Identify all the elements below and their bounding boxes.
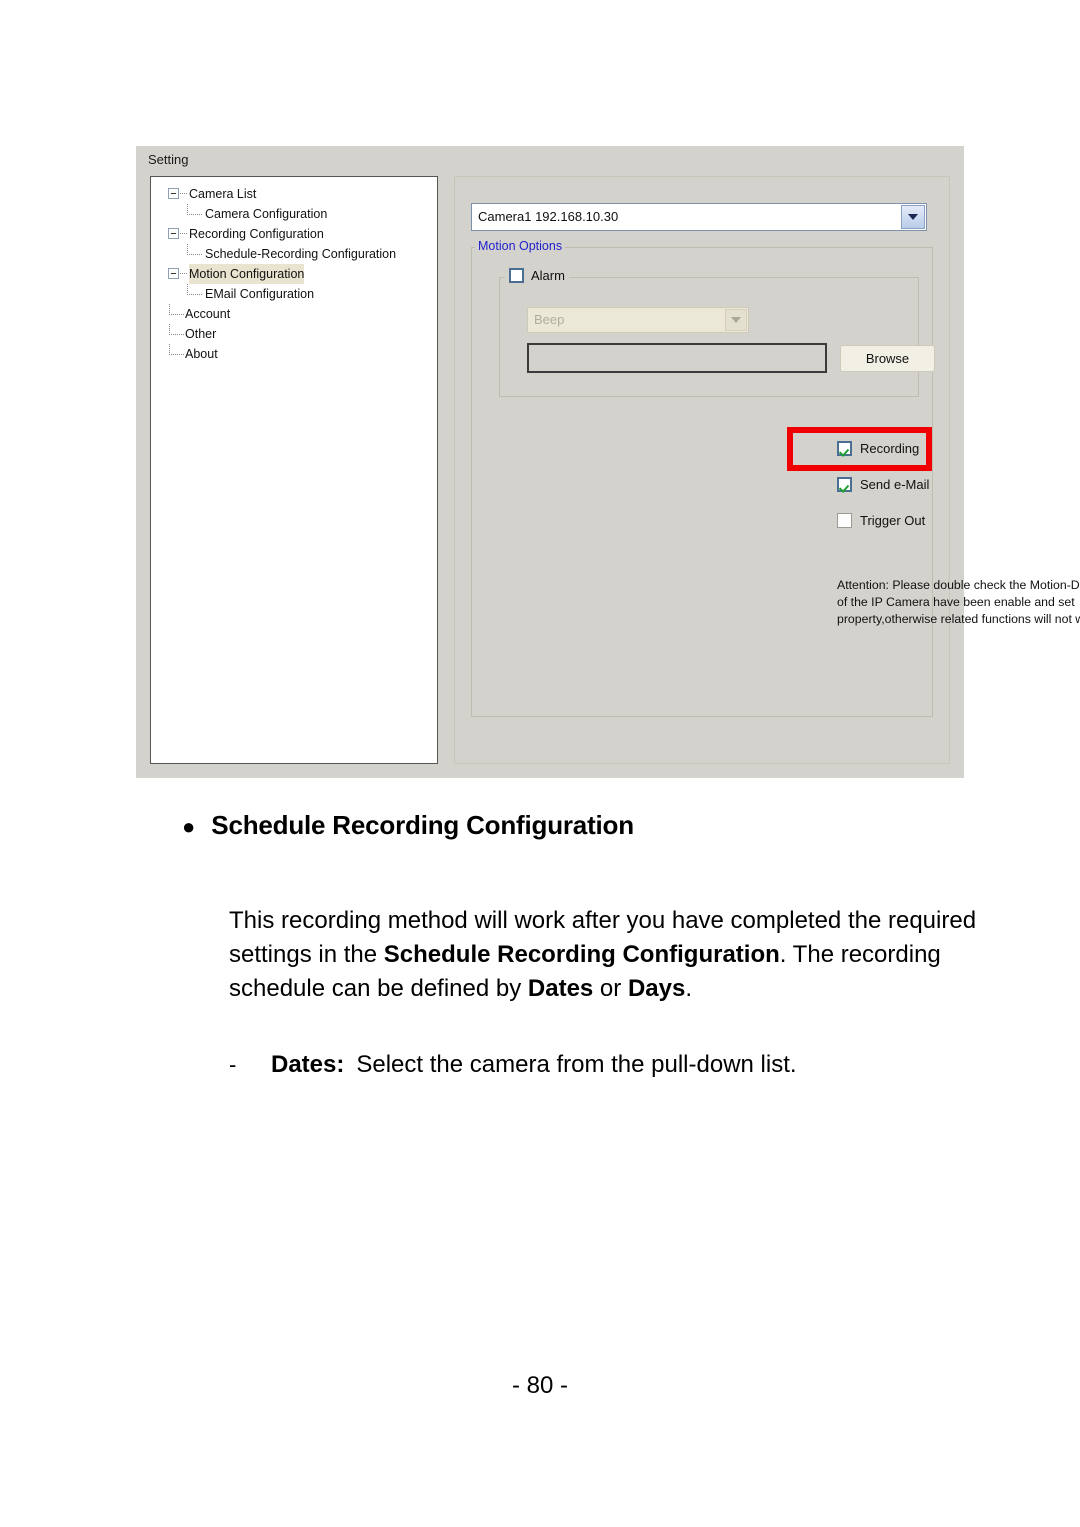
- tree-connector: [180, 233, 187, 235]
- alarm-checkbox-label: Alarm: [531, 268, 565, 283]
- body-paragraph: This recording method will work after yo…: [229, 904, 989, 1006]
- alarm-checkbox[interactable]: Alarm: [505, 268, 569, 283]
- send-email-checkbox-label: Send e-Mail: [860, 477, 930, 492]
- checkbox-checked-icon[interactable]: [837, 441, 852, 456]
- trigger-out-checkbox[interactable]: Trigger Out: [837, 513, 925, 528]
- tree-connector: [169, 304, 184, 315]
- camera-select-value: Camera1 192.168.10.30: [478, 209, 619, 224]
- dates-label: Dates:: [271, 1051, 345, 1078]
- collapse-minus-icon[interactable]: [168, 228, 179, 239]
- tree-item-label: Recording Configuration: [189, 227, 324, 241]
- checkbox-checked-icon[interactable]: [837, 477, 852, 492]
- paragraph-bold-3: Days: [627, 975, 686, 1002]
- motion-options-legend: Motion Options: [475, 239, 566, 253]
- paragraph-bold-1: Schedule Recording Configuration: [383, 941, 780, 968]
- settings-tree: Camera List Camera Configuration Recordi…: [151, 177, 437, 364]
- camera-select[interactable]: Camera1 192.168.10.30: [471, 203, 927, 231]
- recording-checkbox-label: Recording: [860, 441, 920, 456]
- paragraph-part-3: or: [593, 975, 628, 1002]
- tree-item-schedule-recording-configuration[interactable]: Schedule-Recording Configuration: [151, 244, 437, 264]
- alarm-sound-select[interactable]: Beep: [527, 307, 749, 333]
- tree-connector: [180, 273, 187, 275]
- motion-configuration-panel: Camera1 192.168.10.30 Motion Options Ala…: [454, 176, 1080, 764]
- tree-item-label: Account: [185, 307, 231, 321]
- tree-connector: [180, 193, 187, 195]
- collapse-minus-icon[interactable]: [168, 188, 179, 199]
- alarm-subgroup: [499, 277, 919, 397]
- chevron-down-icon[interactable]: [725, 309, 747, 331]
- tree-item-label: Motion Configuration: [189, 264, 305, 284]
- tree-item-label: EMail Configuration: [205, 287, 315, 301]
- tree-item-about[interactable]: About: [151, 344, 437, 364]
- list-dash: -: [229, 1052, 237, 1077]
- tree-item-account[interactable]: Account: [151, 304, 437, 324]
- browse-button[interactable]: Browse: [840, 345, 935, 372]
- dates-description: Select the camera from the pull-down lis…: [356, 1051, 797, 1078]
- section-heading-text: Schedule Recording Configuration: [211, 810, 634, 840]
- chevron-down-icon[interactable]: [901, 205, 925, 229]
- send-email-checkbox[interactable]: Send e-Mail: [837, 477, 929, 492]
- collapse-minus-icon[interactable]: [168, 268, 179, 279]
- tree-connector: [187, 204, 202, 215]
- tree-connector: [187, 284, 202, 295]
- tree-item-label: Camera Configuration: [205, 207, 328, 221]
- bullet-icon: ●: [182, 814, 196, 839]
- recording-checkbox[interactable]: Recording: [837, 441, 919, 456]
- tree-item-other[interactable]: Other: [151, 324, 437, 344]
- page-number: - 80 -: [511, 1372, 568, 1399]
- alarm-sound-value: Beep: [534, 312, 565, 327]
- paragraph-part-4: .: [685, 975, 692, 1002]
- settings-tree-panel: Camera List Camera Configuration Recordi…: [150, 176, 438, 764]
- tree-item-label: Camera List: [189, 187, 257, 201]
- section-heading: ● Schedule Recording Configuration: [182, 810, 1002, 841]
- tree-item-motion-configuration[interactable]: Motion Configuration: [151, 264, 437, 284]
- checkbox-box-icon[interactable]: [837, 513, 852, 528]
- tree-item-label: Other: [185, 327, 217, 341]
- dates-list-item: - Dates: Select the camera from the pull…: [229, 1048, 1009, 1082]
- tree-item-recording-configuration[interactable]: Recording Configuration: [151, 224, 437, 244]
- tree-item-camera-list[interactable]: Camera List: [151, 184, 437, 204]
- tree-item-label: About: [185, 347, 218, 361]
- tree-connector: [169, 324, 184, 335]
- alarm-sound-path-input[interactable]: [527, 343, 827, 373]
- setting-dialog-screenshot: Setting Camera List Camera Configuration…: [136, 146, 1080, 778]
- dialog-title: Setting: [148, 152, 189, 167]
- attention-note: Attention: Please double check the Motio…: [837, 578, 1080, 626]
- trigger-out-checkbox-label: Trigger Out: [860, 513, 926, 528]
- tree-item-email-configuration[interactable]: EMail Configuration: [151, 284, 437, 304]
- paragraph-bold-2: Dates: [527, 975, 594, 1002]
- tree-item-label: Schedule-Recording Configuration: [205, 247, 397, 261]
- tree-item-camera-configuration[interactable]: Camera Configuration: [151, 204, 437, 224]
- checkbox-box-icon[interactable]: [509, 268, 524, 283]
- tree-connector: [187, 244, 202, 255]
- tree-connector: [169, 344, 184, 355]
